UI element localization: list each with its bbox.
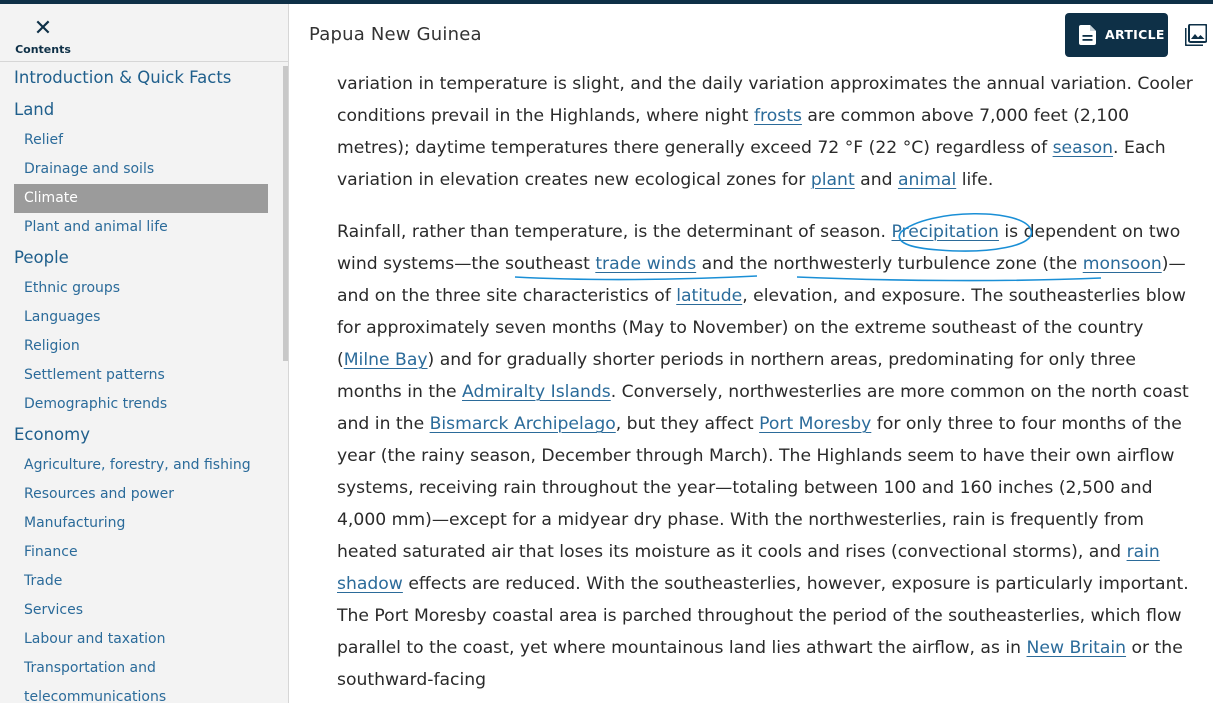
toc-item-languages[interactable]: Languages — [0, 303, 288, 332]
link-frosts[interactable]: frosts — [754, 106, 802, 126]
text-run: and — [854, 170, 898, 190]
toc-item-religion[interactable]: Religion — [0, 332, 288, 361]
toc-list: Introduction & Quick Facts Land Relief Drai… — [0, 62, 288, 703]
toc-item-services[interactable]: Services — [0, 596, 288, 625]
toc-item-settlement-patterns[interactable]: Settlement patterns — [0, 361, 288, 390]
sidebar-header: ✕ Contents — [0, 4, 288, 62]
close-icon: ✕ — [33, 16, 53, 41]
link-port-moresby[interactable]: Port Moresby — [759, 414, 871, 434]
toc-item-plant-and-animal-life[interactable]: Plant and animal life — [0, 213, 288, 242]
text-run: life. — [956, 170, 994, 190]
toc-item-introduction-quick-facts[interactable]: Introduction & Quick Facts — [0, 62, 288, 94]
toc-item-ethnic-groups[interactable]: Ethnic groups — [0, 274, 288, 303]
toc-item-relief[interactable]: Relief — [0, 126, 288, 155]
link-latitude[interactable]: latitude — [676, 286, 742, 306]
text-run: for only three to four months of the yea… — [337, 414, 1182, 562]
toc-item-resources-and-power[interactable]: Resources and power — [0, 480, 288, 509]
link-season[interactable]: season — [1053, 138, 1113, 158]
toc-item-transportation-and-telecommunications[interactable]: Transportation and telecommunications — [0, 654, 288, 703]
media-gallery-button[interactable] — [1184, 23, 1208, 50]
toc-item-demographic-trends[interactable]: Demographic trends — [0, 390, 288, 419]
link-milne-bay[interactable]: Milne Bay — [344, 350, 428, 370]
link-monsoon[interactable]: monsoon — [1083, 254, 1162, 274]
close-contents-label: Contents — [15, 43, 71, 56]
article-button-label: ARTICLE — [1105, 27, 1165, 42]
document-icon — [1079, 25, 1096, 49]
toc-item-agriculture-forestry-and-fishing[interactable]: Agriculture, forestry, and fishing — [0, 451, 288, 480]
toc-item-manufacturing[interactable]: Manufacturing — [0, 509, 288, 538]
link-bismarck-archipelago[interactable]: Bismarck Archipelago — [430, 414, 616, 434]
toc-item-climate[interactable]: Climate — [14, 184, 268, 213]
image-gallery-icon — [1184, 23, 1208, 50]
page-title: Papua New Guinea — [309, 24, 482, 45]
toc-item-land[interactable]: Land — [0, 94, 288, 126]
text-run: Rainfall, rather than temperature, is th… — [337, 222, 892, 242]
table-of-contents-sidebar: ✕ Contents Introduction & Quick Facts Lan… — [0, 4, 289, 703]
toc-item-drainage-and-soils[interactable]: Drainage and soils — [0, 155, 288, 184]
article-paragraph-2: Rainfall, rather than temperature, is th… — [337, 216, 1197, 696]
text-run: and the northwesterly turbulence zone (t… — [696, 254, 1083, 274]
link-trade-winds[interactable]: trade winds — [595, 254, 696, 274]
article-header: Papua New Guinea ARTICLE — [289, 4, 1213, 62]
text-run: , but they affect — [615, 414, 760, 434]
link-plant[interactable]: plant — [811, 170, 855, 190]
link-new-britain[interactable]: New Britain — [1027, 638, 1127, 658]
close-contents-button[interactable]: ✕ Contents — [15, 18, 71, 58]
article-button[interactable]: ARTICLE — [1065, 13, 1168, 57]
toc-scrollbar-thumb[interactable] — [283, 66, 288, 361]
article-paragraph-1: variation in temperature is slight, and … — [337, 68, 1197, 196]
link-precipitation[interactable]: Precipitation — [892, 222, 999, 242]
toc-item-labour-and-taxation[interactable]: Labour and taxation — [0, 625, 288, 654]
link-animal[interactable]: animal — [898, 170, 956, 190]
toc-item-trade[interactable]: Trade — [0, 567, 288, 596]
toc-item-economy[interactable]: Economy — [0, 419, 288, 451]
article-content: variation in temperature is slight, and … — [289, 62, 1213, 703]
toc-item-finance[interactable]: Finance — [0, 538, 288, 567]
link-admiralty-islands[interactable]: Admiralty Islands — [462, 382, 611, 402]
toc-scrollbar[interactable] — [283, 62, 288, 703]
toc-item-people[interactable]: People — [0, 242, 288, 274]
